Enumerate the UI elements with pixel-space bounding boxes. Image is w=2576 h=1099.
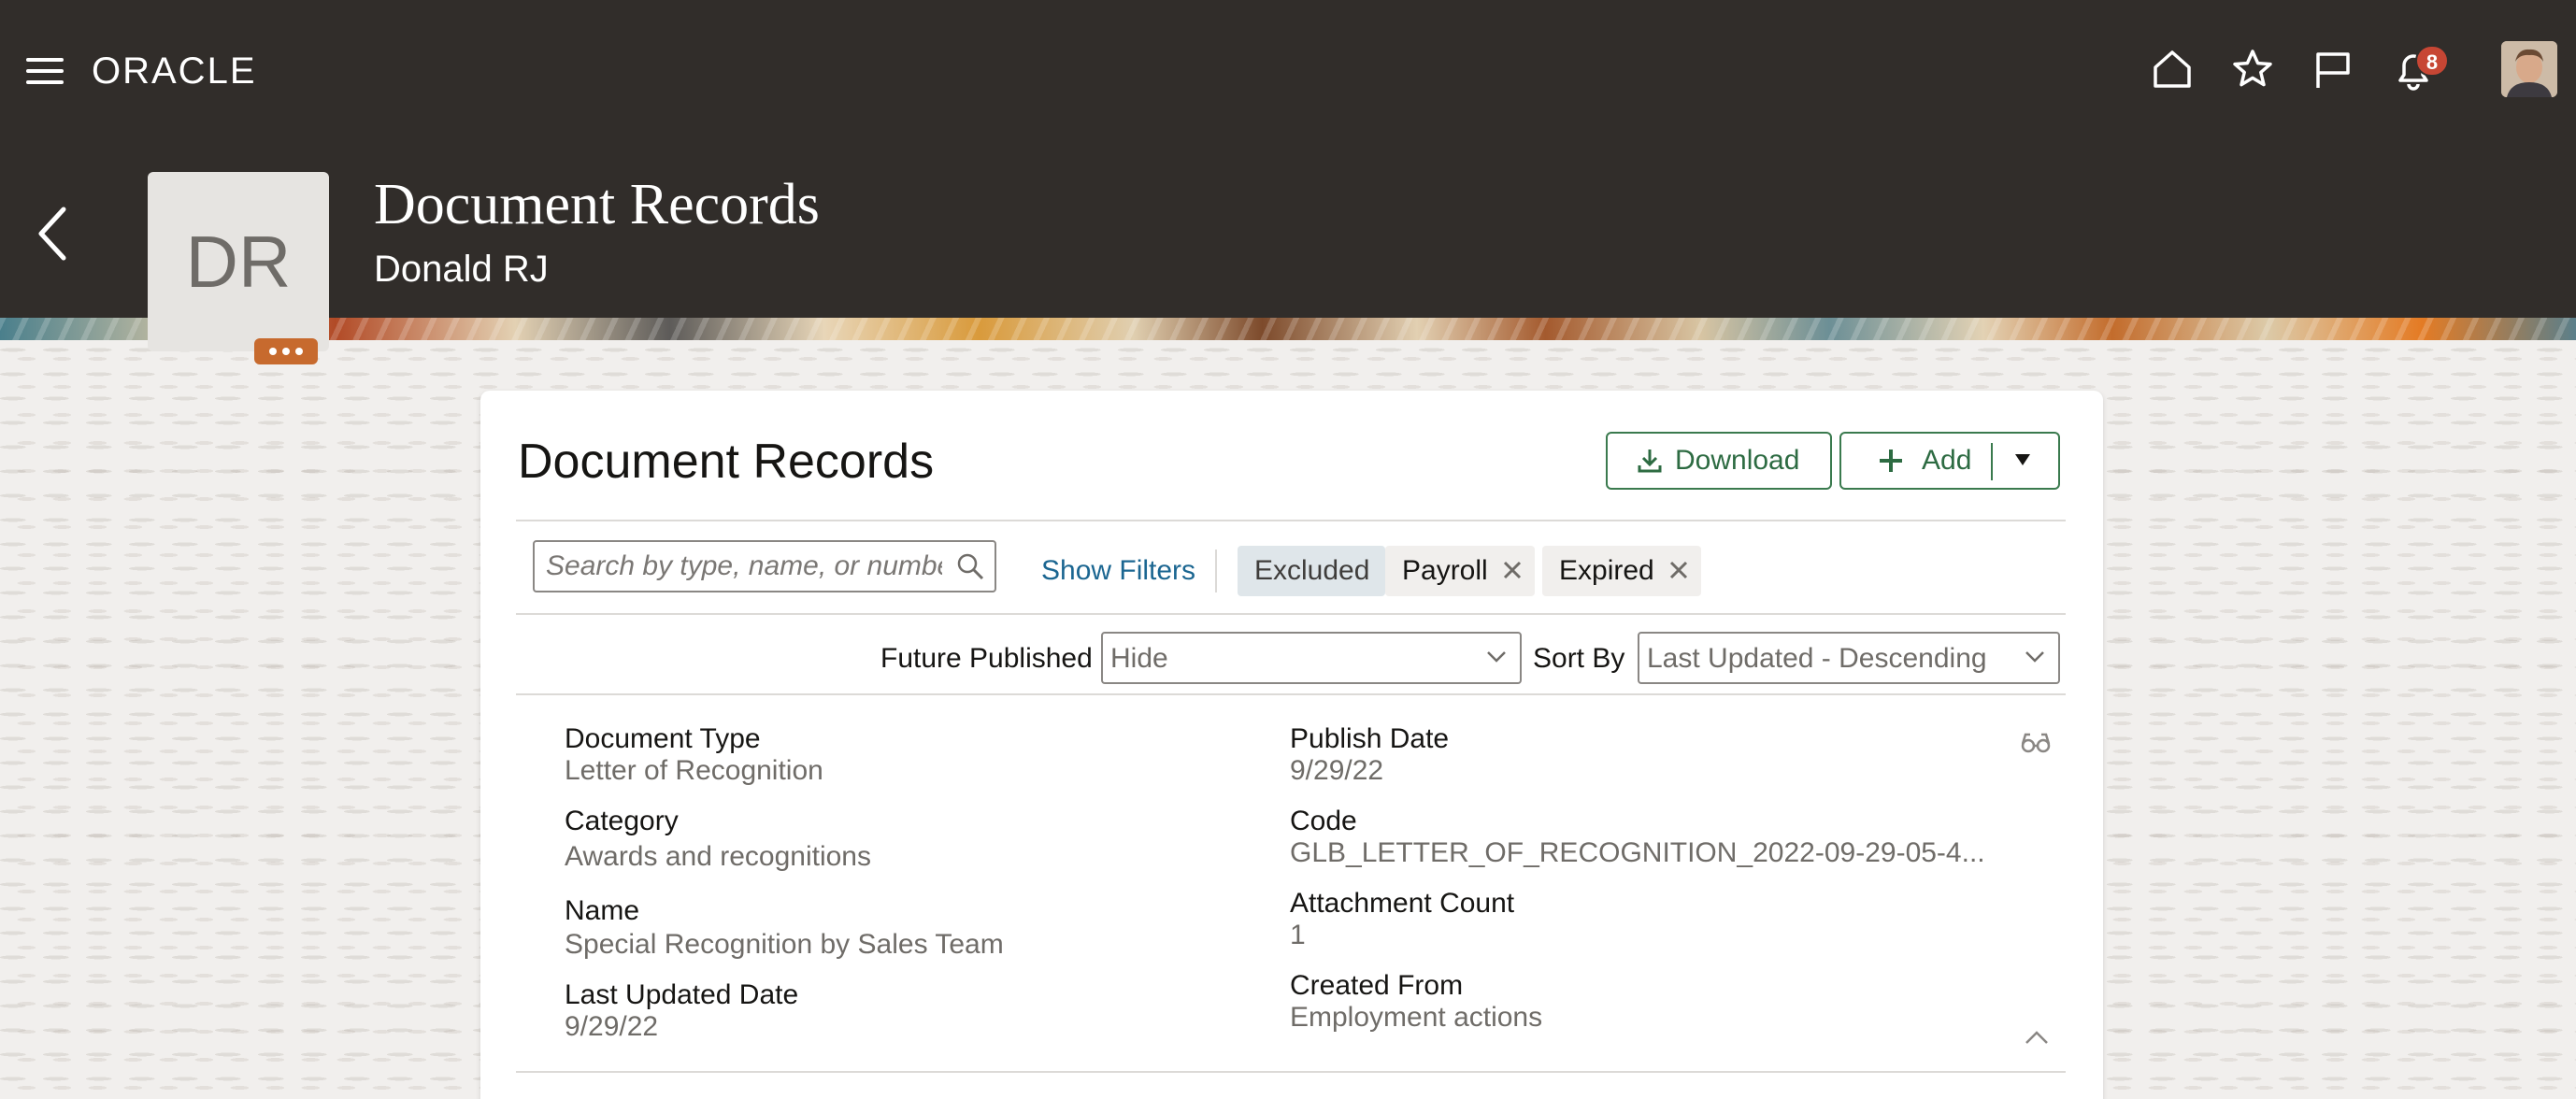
category-label: Category <box>565 806 679 836</box>
sort-by-label: Sort By <box>1533 643 1625 674</box>
home-icon[interactable] <box>2150 47 2195 92</box>
page-title: Document Records <box>374 173 820 236</box>
chevron-down-icon <box>2025 651 2044 663</box>
remove-chip-icon[interactable] <box>1667 559 1690 581</box>
chevron-down-icon <box>1487 651 1506 663</box>
download-button[interactable]: Download <box>1606 432 1832 490</box>
divider <box>516 1071 2066 1073</box>
add-label: Add <box>1922 445 1972 476</box>
hamburger-menu-icon[interactable] <box>26 56 64 86</box>
document-records-card: Document Records Download Add Show Filte… <box>480 391 2103 1099</box>
decorative-banner <box>0 318 2576 340</box>
chip-label: Expired <box>1559 555 1654 586</box>
user-avatar[interactable] <box>2501 41 2557 97</box>
download-label: Download <box>1675 445 1800 476</box>
sort-by-select[interactable]: Last Updated - Descending <box>1638 632 2060 684</box>
search-input[interactable] <box>533 540 996 592</box>
code-value: GLB_LETTER_OF_RECOGNITION_2022-09-29-05-… <box>1290 837 1985 868</box>
caret-down-icon[interactable] <box>2013 452 2032 467</box>
chevron-up-icon[interactable] <box>2023 1028 2051 1047</box>
view-glasses-icon[interactable] <box>2019 729 2053 755</box>
divider <box>516 520 2066 521</box>
plus-icon <box>1880 450 1902 472</box>
back-arrow-icon[interactable] <box>34 204 71 264</box>
attachment-count-label: Attachment Count <box>1290 888 1515 919</box>
select-value: Hide <box>1110 643 1168 674</box>
publish-date-label: Publish Date <box>1290 723 1450 754</box>
select-value: Last Updated - Descending <box>1647 643 1987 674</box>
code-label: Code <box>1290 806 1357 836</box>
add-button[interactable]: Add <box>1839 432 2060 490</box>
category-value: Awards and recognitions <box>565 841 871 872</box>
name-value: Special Recognition by Sales Team <box>565 929 1004 960</box>
download-icon <box>1638 450 1662 473</box>
publish-date-value: 9/29/22 <box>1290 755 1384 786</box>
user-photo <box>2501 41 2557 97</box>
search-icon[interactable] <box>955 551 985 581</box>
chip-label: Excluded <box>1254 555 1370 586</box>
filter-chip-expired[interactable]: Expired <box>1542 546 1701 596</box>
chip-label: Payroll <box>1402 555 1488 586</box>
top-bar: ORACLE 8 Document Records Donald RJ <box>0 0 2576 318</box>
notification-count-badge: 8 <box>2415 45 2449 77</box>
divider <box>516 693 2066 695</box>
future-published-select[interactable]: Hide <box>1101 632 1522 684</box>
remove-chip-icon[interactable] <box>1501 559 1524 581</box>
person-initials-avatar: DR <box>148 172 329 351</box>
page-subtitle-person-name: Donald RJ <box>374 249 549 290</box>
more-actions-button[interactable] <box>254 338 318 364</box>
future-published-label: Future Published <box>880 643 1093 674</box>
last-updated-label: Last Updated Date <box>565 979 799 1010</box>
created-from-value: Employment actions <box>1290 1002 1543 1033</box>
flag-icon[interactable] <box>2311 47 2355 92</box>
filter-chip-excluded[interactable]: Excluded <box>1238 546 1385 596</box>
show-filters-link[interactable]: Show Filters <box>1041 555 1195 587</box>
last-updated-value: 9/29/22 <box>565 1011 659 1042</box>
oracle-logo[interactable]: ORACLE <box>92 50 257 93</box>
add-split-divider <box>1991 443 1993 480</box>
document-type-value: Letter of Recognition <box>565 755 823 786</box>
favorites-star-icon[interactable] <box>2230 47 2275 92</box>
name-label: Name <box>565 895 640 926</box>
divider <box>516 613 2066 615</box>
divider <box>1215 550 1217 592</box>
document-type-label: Document Type <box>565 723 761 754</box>
filter-chip-payroll[interactable]: Payroll <box>1385 546 1535 596</box>
attachment-count-value: 1 <box>1290 920 1306 950</box>
card-title: Document Records <box>518 435 935 489</box>
created-from-label: Created From <box>1290 970 1464 1001</box>
